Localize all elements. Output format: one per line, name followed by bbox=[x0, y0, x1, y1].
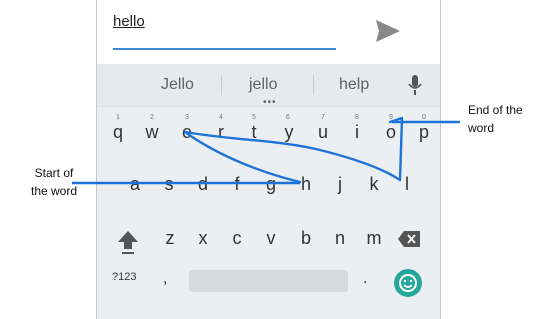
key-v[interactable]: v bbox=[259, 228, 283, 249]
key-d[interactable]: d bbox=[191, 174, 215, 195]
key-f[interactable]: f bbox=[225, 174, 249, 195]
shift-icon[interactable] bbox=[117, 229, 139, 255]
key-s[interactable]: s bbox=[157, 174, 181, 195]
key-b[interactable]: b bbox=[294, 228, 318, 249]
phone-screen: hello Jello jello ••• help 1 2 3 4 5 6 7… bbox=[96, 0, 441, 319]
number-hint-9: 9 bbox=[389, 114, 393, 121]
key-r[interactable]: r bbox=[209, 122, 233, 143]
number-hint-8: 8 bbox=[355, 114, 359, 121]
send-icon[interactable] bbox=[374, 18, 402, 44]
suggestion-2[interactable]: jello bbox=[249, 76, 277, 94]
number-hint-2: 2 bbox=[150, 114, 154, 121]
key-q[interactable]: q bbox=[106, 122, 130, 143]
message-input[interactable]: hello bbox=[113, 13, 145, 30]
suggestion-1[interactable]: Jello bbox=[161, 76, 194, 94]
number-hint-1: 1 bbox=[116, 114, 120, 121]
key-p[interactable]: p bbox=[412, 122, 436, 143]
key-h[interactable]: h bbox=[294, 174, 318, 195]
key-w[interactable]: w bbox=[140, 122, 164, 143]
annotation-end: End of the word bbox=[468, 101, 550, 137]
keyboard: Jello jello ••• help 1 2 3 4 5 6 7 8 9 0… bbox=[97, 64, 440, 319]
comma-key[interactable]: , bbox=[163, 270, 167, 288]
key-c[interactable]: c bbox=[225, 228, 249, 249]
space-bar[interactable] bbox=[189, 270, 348, 292]
number-hint-7: 7 bbox=[321, 114, 325, 121]
key-g[interactable]: g bbox=[259, 174, 283, 195]
key-j[interactable]: j bbox=[328, 174, 352, 195]
suggestion-3[interactable]: help bbox=[339, 76, 369, 94]
key-x[interactable]: x bbox=[191, 228, 215, 249]
symbols-key[interactable]: ?123 bbox=[112, 271, 136, 283]
key-k[interactable]: k bbox=[362, 174, 386, 195]
key-l[interactable]: l bbox=[395, 174, 419, 195]
backspace-icon[interactable] bbox=[397, 230, 421, 248]
number-hint-3: 3 bbox=[185, 114, 189, 121]
key-e[interactable]: e bbox=[175, 122, 199, 143]
key-i[interactable]: i bbox=[345, 122, 369, 143]
key-o[interactable]: o bbox=[379, 122, 403, 143]
key-m[interactable]: m bbox=[362, 228, 386, 249]
divider bbox=[221, 75, 222, 95]
annotation-end-text: End of the word bbox=[468, 103, 523, 135]
number-hint-6: 6 bbox=[286, 114, 290, 121]
divider bbox=[313, 75, 314, 95]
suggestion-strip: Jello jello ••• help bbox=[97, 64, 440, 108]
emoji-button[interactable] bbox=[394, 269, 422, 297]
number-hint-0: 0 bbox=[422, 114, 426, 121]
key-t[interactable]: t bbox=[242, 122, 266, 143]
mic-icon[interactable] bbox=[407, 74, 423, 96]
key-a[interactable]: a bbox=[123, 174, 147, 195]
message-input-bar: hello bbox=[97, 0, 440, 64]
key-y[interactable]: y bbox=[277, 122, 301, 143]
emoji-icon bbox=[399, 274, 417, 292]
period-key[interactable]: . bbox=[363, 270, 367, 288]
key-u[interactable]: u bbox=[311, 122, 335, 143]
input-underline bbox=[113, 48, 336, 50]
key-z[interactable]: z bbox=[158, 228, 182, 249]
annotation-start: Start of the word bbox=[30, 164, 78, 200]
more-suggestions-indicator[interactable]: ••• bbox=[263, 97, 277, 108]
key-n[interactable]: n bbox=[328, 228, 352, 249]
annotation-start-text: Start of the word bbox=[30, 166, 78, 198]
number-hint-5: 5 bbox=[252, 114, 256, 121]
number-hint-4: 4 bbox=[219, 114, 223, 121]
